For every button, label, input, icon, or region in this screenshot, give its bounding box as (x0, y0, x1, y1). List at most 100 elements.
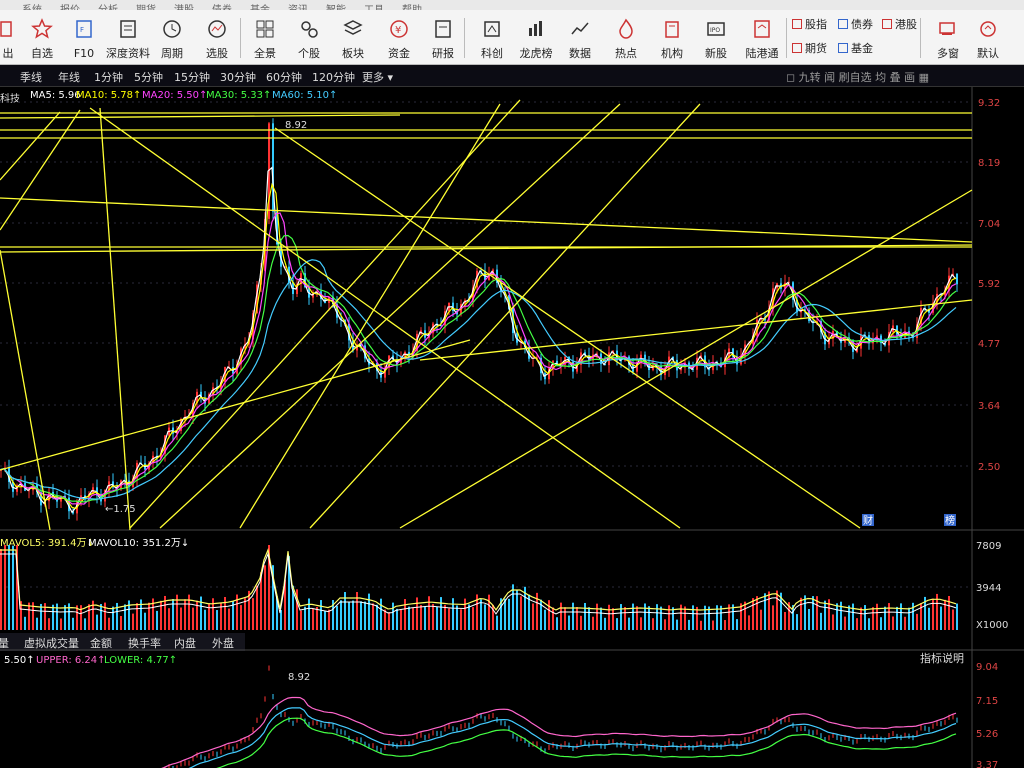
volume-bar (712, 620, 714, 630)
volume-bar (460, 609, 462, 630)
volume-bar (580, 615, 582, 630)
volume-bar (12, 545, 14, 630)
volume-bar (484, 604, 486, 630)
boll-high-label: 8.92 (288, 672, 310, 683)
volume-bar (824, 600, 826, 630)
price-axis-label: 5.92 (978, 279, 1000, 290)
volume-bar (864, 605, 866, 630)
volume-bar (604, 617, 606, 630)
volume-bar (444, 604, 446, 630)
volume-bar (104, 602, 106, 630)
trend-line (309, 103, 701, 529)
volume-bar (348, 601, 350, 630)
volume-bar (808, 609, 810, 630)
volume-bar (136, 603, 138, 630)
volume-bar (796, 614, 798, 630)
volume-bar (432, 603, 434, 630)
volume-bar (304, 606, 306, 630)
event-tag-label: 财 (863, 514, 873, 527)
volume-bar (556, 617, 558, 630)
volume-bar (4, 545, 6, 630)
trend-line (99, 107, 131, 531)
low-price-label: ←1.75 (105, 504, 136, 515)
volume-bar (560, 602, 562, 630)
volume-bar (456, 605, 458, 630)
volume-bar (684, 606, 686, 630)
trend-line (0, 111, 61, 181)
volume-bar (168, 608, 170, 630)
volume-bar (632, 603, 634, 630)
trend-line (399, 189, 973, 529)
volume-bar (756, 596, 758, 630)
volume-bar (928, 607, 930, 630)
volume-bar (376, 604, 378, 630)
volume-bar (900, 603, 902, 630)
volume-bar (852, 603, 854, 630)
volume-bar (96, 614, 98, 630)
volume-bar (180, 607, 182, 630)
price-axis-label: 9.32 (978, 98, 1000, 109)
candle-body (956, 273, 958, 285)
event-tag-label: 榜 (945, 514, 955, 527)
volume-bar (916, 613, 918, 630)
volume-bar (744, 601, 746, 630)
volume-bar (644, 603, 646, 630)
volume-bar (52, 604, 54, 630)
volume-bar (868, 618, 870, 630)
volume-bar (252, 598, 254, 630)
volume-bar (416, 597, 418, 630)
volume-bar (844, 616, 846, 630)
volume-bar (336, 605, 338, 630)
boll-axis-label: 9.04 (976, 662, 998, 673)
volume-bar (552, 607, 554, 630)
volume-bar (120, 615, 122, 630)
volume-bar (804, 595, 806, 630)
price-axis-label: 3.64 (978, 401, 1000, 412)
volume-bar (408, 606, 410, 630)
volume-bar (956, 603, 958, 630)
volume-bar (504, 598, 506, 630)
volume-bar (264, 565, 266, 630)
volume-bar (216, 610, 218, 630)
volume-bar (620, 604, 622, 630)
volume-bar (228, 608, 230, 630)
volume-bar (404, 599, 406, 630)
volume-bar (316, 606, 318, 630)
volume-bar (420, 605, 422, 630)
volume-bar (124, 604, 126, 630)
volume-bar (40, 603, 42, 630)
volume-bar (856, 618, 858, 630)
volume-bar (532, 603, 534, 630)
volume-bar (48, 618, 50, 630)
volume-bar (572, 602, 574, 630)
volume-bar (612, 608, 614, 630)
volume-bar (896, 606, 898, 630)
volume-bar (28, 602, 30, 630)
volume-bar (112, 606, 114, 630)
trend-line (89, 107, 681, 529)
volume-bar (212, 598, 214, 630)
volume-bar (308, 598, 310, 630)
volume-bar (388, 612, 390, 630)
volume-bar (616, 618, 618, 630)
volume-bar (360, 601, 362, 630)
volume-bar (888, 603, 890, 630)
volume-bar (876, 603, 878, 630)
volume-bar (240, 605, 242, 630)
volume-bar (144, 612, 146, 630)
volume-bar (880, 617, 882, 630)
volume-bar (24, 616, 26, 630)
volume-bar (192, 607, 194, 630)
volume-bar (672, 607, 674, 630)
trend-line (0, 197, 973, 243)
trend-line (0, 244, 973, 253)
chart-canvas[interactable]: 9.32 8.19 7.04 5.92 4.77 3.64 2.50 7809 3944 X100… (0, 0, 1024, 768)
volume-axis-label: X1000 (976, 620, 1008, 631)
volume-bar (564, 607, 566, 630)
volume-bar (904, 616, 906, 630)
volume-bar (244, 598, 246, 630)
volume-bar (148, 602, 150, 630)
volume-bar (820, 612, 822, 630)
volume-bar (908, 607, 910, 630)
volume-bar (772, 605, 774, 630)
